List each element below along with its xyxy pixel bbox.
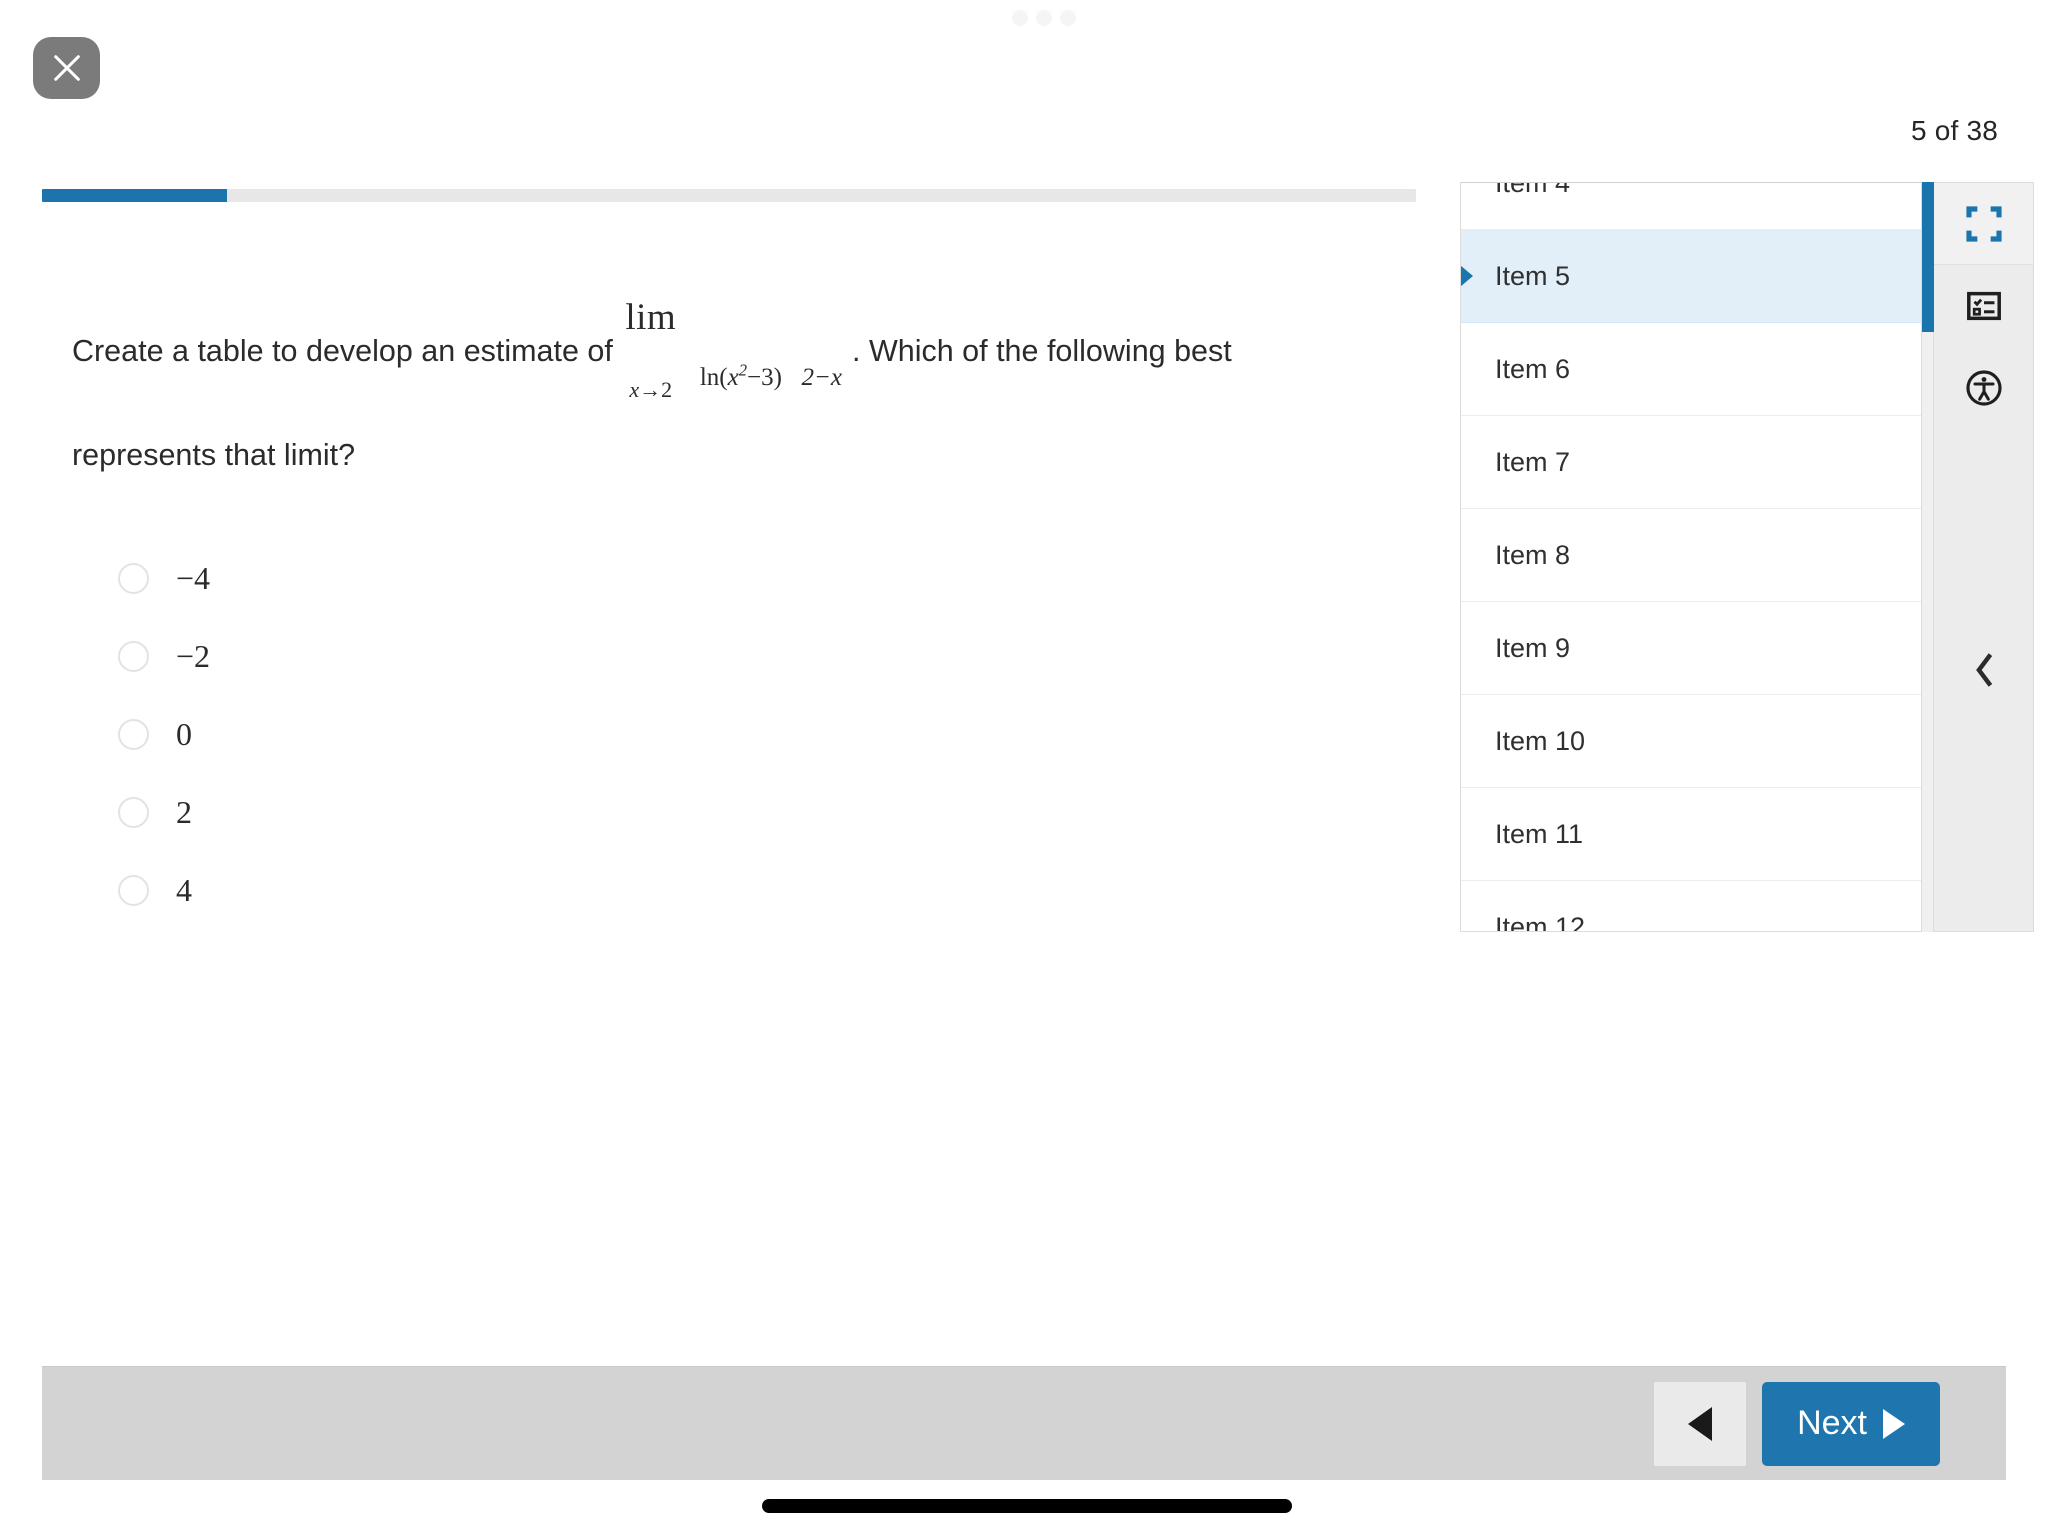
item-list-entry[interactable]: Item 11 <box>1461 788 1921 881</box>
answer-option-label: 0 <box>176 716 192 752</box>
item-panel-scrollbar[interactable] <box>1922 182 1934 932</box>
item-list-entry-label: Item 12 <box>1495 911 1586 932</box>
numerator-minus-three: −3 <box>746 363 774 391</box>
limit-operator: lim <box>625 297 677 338</box>
home-indicator-bar <box>762 1499 1292 1513</box>
item-list-entry[interactable]: Item 12 <box>1461 881 1921 932</box>
answer-option-label: −4 <box>176 560 211 596</box>
item-list-entry[interactable]: Item 5 <box>1461 230 1921 323</box>
limit-expression: lim x→2 ln(x2−3) 2−x <box>621 285 852 421</box>
radio-button[interactable] <box>118 874 149 906</box>
progress-bar <box>42 189 1416 202</box>
progress-bar-fill <box>42 189 228 202</box>
close-button[interactable] <box>33 37 100 99</box>
paren-close: ) <box>773 363 782 391</box>
next-button-label: Next <box>1797 1404 1867 1442</box>
tool-sidebar <box>1934 182 2034 932</box>
answer-option-label: 2 <box>176 794 192 830</box>
radio-button[interactable] <box>118 796 149 828</box>
answer-options: −4 −2 0 2 4 <box>118 539 1420 929</box>
item-list-entry-label: Item 9 <box>1495 632 1571 663</box>
ln-symbol: ln <box>699 363 720 391</box>
fraction: ln(x2−3) 2−x <box>694 341 848 409</box>
item-counter: 5 of 38 <box>1910 115 1998 146</box>
limit-subscript: x→2 <box>629 377 672 402</box>
item-list-entry[interactable]: Item 8 <box>1461 509 1921 602</box>
answer-option[interactable]: 0 <box>118 695 1420 773</box>
answer-option[interactable]: 2 <box>118 773 1420 851</box>
drag-dot <box>1036 10 1052 26</box>
scrollbar-thumb[interactable] <box>1922 182 1934 332</box>
item-list-entry-label: Item 5 <box>1495 260 1571 291</box>
radio-button[interactable] <box>118 562 149 594</box>
question-text-before: Create a table to develop an estimate of <box>72 334 613 369</box>
fraction-numerator: ln(x2−3) <box>694 360 788 394</box>
item-review-button[interactable] <box>1934 265 2033 347</box>
item-navigation-panel[interactable]: Item 4 Item 5 Item 6 Item 7 Item 8 Item 9 Item… <box>1460 182 1922 932</box>
collapse-panel-button[interactable] <box>1934 635 2033 705</box>
item-list-entry-label: Item 6 <box>1495 353 1571 384</box>
drag-dot <box>1012 10 1028 26</box>
item-list-entry[interactable]: Item 6 <box>1461 323 1921 416</box>
item-list-entry-label: Item 11 <box>1495 818 1584 849</box>
item-list-entry-label: Item 10 <box>1495 725 1586 756</box>
item-list-entry-label: Item 4 <box>1495 182 1571 198</box>
next-button[interactable]: Next <box>1762 1381 1940 1466</box>
accessibility-button[interactable] <box>1934 347 2033 429</box>
fullscreen-icon <box>1965 205 2002 242</box>
item-list-entry[interactable]: Item 9 <box>1461 602 1921 695</box>
item-list-entry-label: Item 8 <box>1495 539 1571 570</box>
item-list-entry-label: Item 7 <box>1495 446 1571 477</box>
item-list-entry[interactable]: Item 10 <box>1461 695 1921 788</box>
answer-option[interactable]: −4 <box>118 539 1420 617</box>
limit-operator-group: lim x→2 <box>625 285 676 421</box>
limit-sub-var: x <box>629 377 640 402</box>
answer-option[interactable]: −2 <box>118 617 1420 695</box>
numerator-exponent: 2 <box>738 360 747 380</box>
accessibility-icon <box>1965 370 2002 406</box>
answer-option[interactable]: 4 <box>118 851 1420 929</box>
fraction-denominator: 2−x <box>801 363 842 391</box>
item-list-entry[interactable]: Item 4 <box>1461 182 1921 230</box>
paren-open: ( <box>719 363 728 391</box>
triangle-right-icon <box>1883 1408 1905 1439</box>
radio-button[interactable] <box>118 718 149 750</box>
fullscreen-button[interactable] <box>1934 183 2033 265</box>
assessment-screen: 5 of 38 Create a table to develop an est… <box>0 0 2048 1535</box>
question-text: Create a table to develop an estimate of… <box>72 285 1332 489</box>
drag-handle-dots <box>1012 10 1076 26</box>
navigation-footer: Next <box>42 1366 2006 1480</box>
answer-option-label: −2 <box>176 638 211 674</box>
item-list: Item 4 Item 5 Item 6 Item 7 Item 8 Item 9 Item… <box>1461 182 1921 932</box>
question-area: Create a table to develop an estimate of… <box>0 230 1420 929</box>
triangle-left-icon <box>1688 1406 1713 1441</box>
item-list-entry[interactable]: Item 7 <box>1461 416 1921 509</box>
chevron-left-icon <box>1975 653 1992 687</box>
numerator-var: x <box>727 363 739 391</box>
radio-button[interactable] <box>118 640 149 672</box>
previous-button[interactable] <box>1654 1381 1747 1466</box>
item-list-icon <box>1966 291 2001 321</box>
limit-sub-value: 2 <box>661 377 673 402</box>
limit-sub-arrow: → <box>639 377 662 402</box>
answer-option-label: 4 <box>176 872 192 908</box>
close-icon <box>53 55 80 81</box>
drag-dot <box>1060 10 1076 26</box>
